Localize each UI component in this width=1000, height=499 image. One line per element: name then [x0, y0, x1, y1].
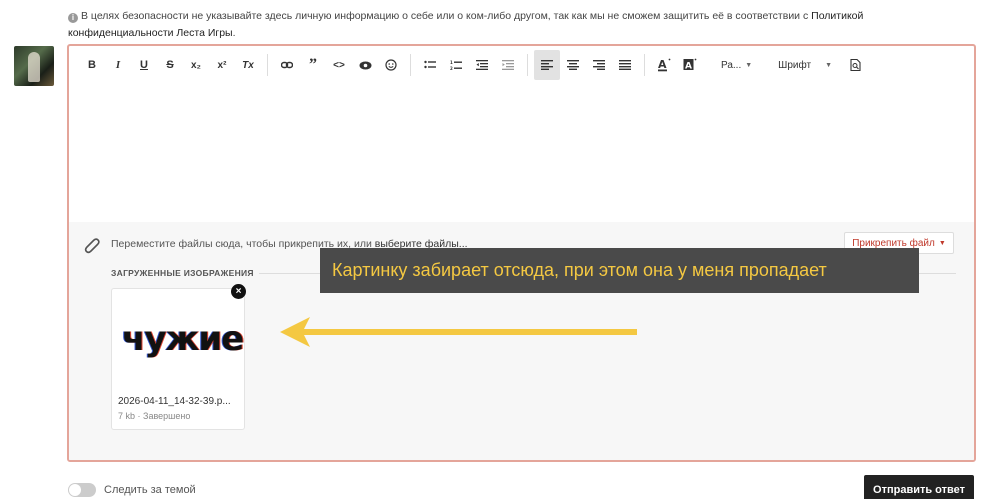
toolbar-divider — [267, 54, 268, 76]
font-family-select[interactable]: Шрифт ▼ — [768, 50, 842, 80]
annotation-callout-text: Картинку забирает отсюда, при этом она у… — [332, 260, 827, 280]
avatar — [14, 46, 54, 86]
subscript-button[interactable]: x₂ — [183, 50, 209, 80]
annotation-arrow-icon — [280, 317, 637, 347]
text-color-icon[interactable]: A — [651, 50, 677, 80]
submit-reply-button[interactable]: Отправить ответ — [864, 475, 974, 499]
svg-text:2: 2 — [450, 66, 453, 71]
clear-format-button[interactable]: Tx — [235, 50, 261, 80]
paperclip-icon — [84, 238, 100, 254]
bold-button[interactable]: B — [79, 50, 105, 80]
indent-icon[interactable] — [495, 50, 521, 80]
toolbar-divider — [410, 54, 411, 76]
align-right-icon[interactable] — [586, 50, 612, 80]
numbered-list-icon[interactable]: 12 — [443, 50, 469, 80]
svg-text:A: A — [685, 62, 692, 72]
uploaded-image-card[interactable]: чужие 2026-04-11_14-32-39.p... 7 kb · За… — [111, 288, 245, 430]
editor-toolbar: B I U S x₂ x² Tx ” <> 12 A A Ра... ▼ Шри… — [69, 46, 974, 84]
preview-icon[interactable] — [842, 50, 868, 80]
chevron-down-icon: ▼ — [825, 61, 833, 69]
privacy-notice-suffix: . — [232, 27, 236, 39]
outdent-icon[interactable] — [469, 50, 495, 80]
quote-icon[interactable]: ” — [300, 50, 326, 80]
bullet-list-icon[interactable] — [417, 50, 443, 80]
chevron-down-icon: ▼ — [938, 239, 946, 247]
svg-text:1: 1 — [450, 60, 453, 65]
follow-topic-toggle[interactable] — [68, 483, 96, 497]
privacy-notice: iВ целях безопасности не указывайте здес… — [68, 8, 968, 42]
uploaded-image-preview-text: чужие — [122, 319, 244, 359]
underline-button[interactable]: U — [131, 50, 157, 80]
remove-image-close-icon[interactable]: × — [231, 284, 246, 299]
italic-button[interactable]: I — [105, 50, 131, 80]
align-left-icon[interactable] — [534, 50, 560, 80]
link-icon[interactable] — [274, 50, 300, 80]
privacy-notice-text: В целях безопасности не указывайте здесь… — [81, 10, 812, 22]
font-size-select[interactable]: Ра... ▼ — [711, 50, 762, 80]
background-color-icon[interactable]: A — [677, 50, 703, 80]
font-size-select-label: Ра... — [721, 59, 742, 71]
strikethrough-button[interactable]: S — [157, 50, 183, 80]
emoji-icon[interactable] — [378, 50, 404, 80]
uploaded-image-filename: 2026-04-11_14-32-39.p... — [118, 396, 231, 407]
superscript-button[interactable]: x² — [209, 50, 235, 80]
toolbar-divider — [644, 54, 645, 76]
align-justify-icon[interactable] — [612, 50, 638, 80]
follow-topic[interactable]: Следить за темой — [68, 483, 196, 497]
annotation-callout: Картинку забирает отсюда, при этом она у… — [320, 248, 919, 293]
font-family-select-label: Шрифт — [778, 59, 812, 71]
uploaded-image-preview: чужие — [122, 319, 244, 369]
align-center-icon[interactable] — [560, 50, 586, 80]
toolbar-divider — [527, 54, 528, 76]
code-icon[interactable]: <> — [326, 50, 352, 80]
follow-topic-label: Следить за темой — [104, 484, 196, 496]
info-icon: i — [68, 13, 78, 23]
uploaded-image-meta: 7 kb · Завершено — [118, 411, 191, 421]
uploaded-images-heading: ЗАГРУЖЕННЫЕ ИЗОБРАЖЕНИЯ — [111, 268, 254, 278]
chevron-down-icon: ▼ — [745, 61, 753, 69]
attach-file-button-label: Прикрепить файл — [852, 237, 935, 249]
svg-text:A: A — [658, 58, 667, 71]
spoiler-eye-icon[interactable] — [352, 50, 378, 80]
